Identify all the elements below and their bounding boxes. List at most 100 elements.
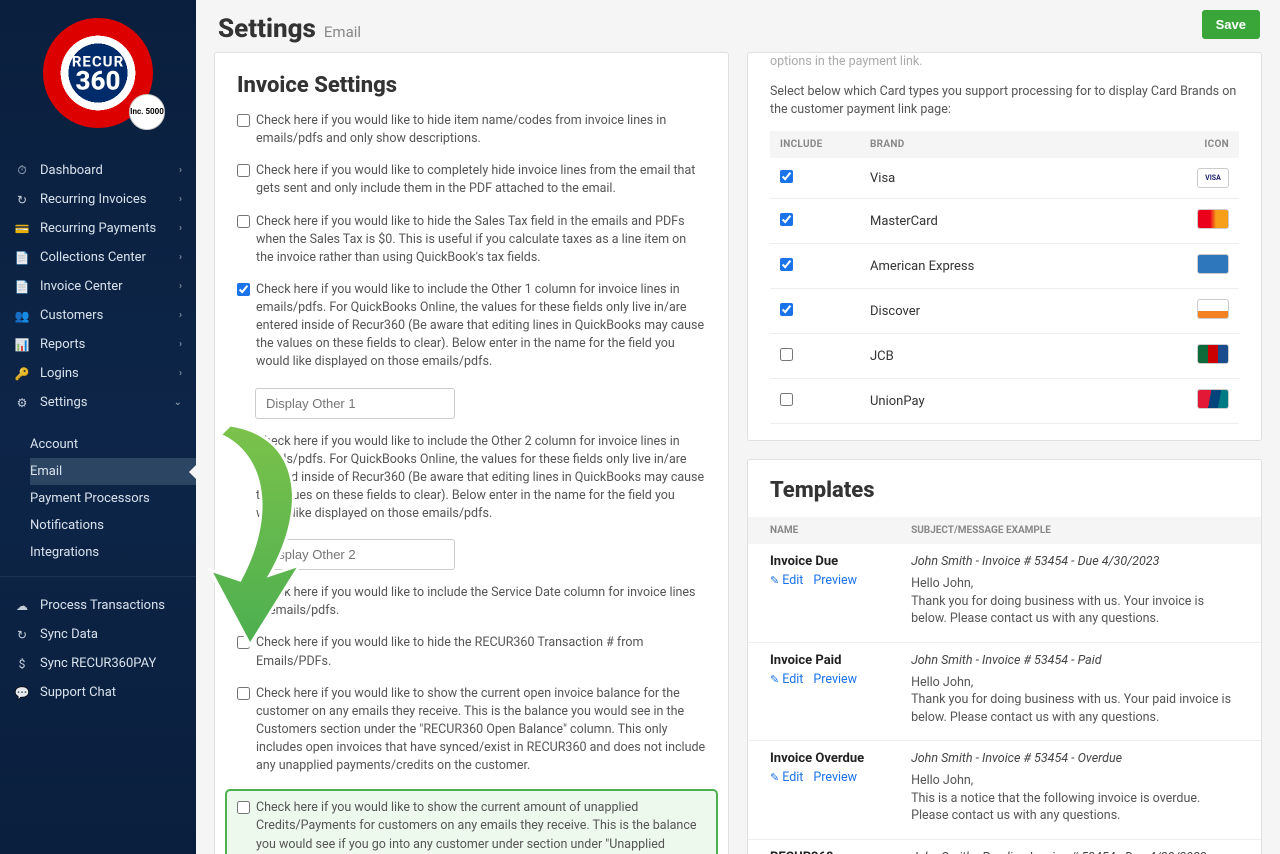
chk-hide-txn[interactable]: Check here if you would like to hide the… xyxy=(237,634,706,670)
card-row: JCB xyxy=(770,334,1239,379)
other1-input[interactable] xyxy=(255,388,455,419)
card-brands-panel: options in the payment link. Select belo… xyxy=(747,52,1262,441)
nav-sub-account[interactable]: Account xyxy=(30,431,196,458)
card-brand: American Express xyxy=(860,244,1127,289)
template-subject: John Smith - Invoice # 53454 - Overdue xyxy=(911,751,1239,766)
nav-reports[interactable]: 📊Reports› xyxy=(0,330,196,359)
card-row: American Express xyxy=(770,244,1239,289)
chk-other1-box[interactable] xyxy=(237,283,250,296)
nav-icon: 💬 xyxy=(14,686,30,700)
templates-table: NAME SUBJECT/MESSAGE EXAMPLE Invoice Due… xyxy=(748,517,1261,854)
pencil-icon: ✎ xyxy=(770,771,779,784)
chk-hide-invoice-lines-box[interactable] xyxy=(237,164,250,177)
chevron-icon: › xyxy=(179,165,182,176)
chk-unapplied-credits[interactable]: Check here if you would like to show the… xyxy=(225,789,718,854)
template-preview-link[interactable]: Preview xyxy=(813,770,857,785)
nav-icon: ↻ xyxy=(14,193,30,207)
chk-other2[interactable]: Check here if you would like to include … xyxy=(237,433,706,524)
template-body: Hello John,Thank you for doing business … xyxy=(911,674,1239,727)
chevron-icon: ⌄ xyxy=(174,397,182,408)
nav-sub-notifications[interactable]: Notifications xyxy=(30,512,196,539)
card-include-checkbox[interactable] xyxy=(780,213,793,226)
card-include-checkbox[interactable] xyxy=(780,170,793,183)
template-edit-link[interactable]: ✎Edit xyxy=(770,770,803,785)
nav-dashboard[interactable]: ⏱Dashboard› xyxy=(0,156,196,185)
template-edit-link[interactable]: ✎Edit xyxy=(770,672,803,687)
invoice-settings-panel: Invoice Settings Check here if you would… xyxy=(214,52,729,854)
template-edit-link[interactable]: ✎Edit xyxy=(770,573,803,588)
template-subject: John Smith - Pending Invoice # 53454 - D… xyxy=(911,850,1239,854)
page-subtitle: Email xyxy=(324,23,361,41)
card-row: Discover xyxy=(770,289,1239,334)
chevron-icon: › xyxy=(179,339,182,350)
nav-sync-data[interactable]: ↻Sync Data xyxy=(0,620,196,649)
nav-support-chat[interactable]: 💬Support Chat xyxy=(0,678,196,707)
card-include-checkbox[interactable] xyxy=(780,393,793,406)
card-include-checkbox[interactable] xyxy=(780,348,793,361)
nav-icon: 💳 xyxy=(14,222,30,236)
template-preview-link[interactable]: Preview xyxy=(813,672,857,687)
chk-hide-sales-tax[interactable]: Check here if you would like to hide the… xyxy=(237,213,706,267)
template-body: Hello John,This is a notice that the fol… xyxy=(911,772,1239,825)
card-brand-icon xyxy=(1197,299,1229,319)
nav-recurring-invoices[interactable]: ↻Recurring Invoices› xyxy=(0,185,196,214)
nav-recurring-payments[interactable]: 💳Recurring Payments› xyxy=(0,214,196,243)
card-brand-icon xyxy=(1197,389,1229,409)
nav-sub-email[interactable]: Email xyxy=(30,458,196,485)
card-include-checkbox[interactable] xyxy=(780,303,793,316)
card-brand-icon xyxy=(1197,209,1229,229)
save-button[interactable]: Save xyxy=(1202,10,1260,39)
template-row: Invoice Due ✎Edit Preview John Smith - Invo… xyxy=(748,544,1261,642)
nav-invoice-center[interactable]: 📄Invoice Center› xyxy=(0,272,196,301)
nav-process-transactions[interactable]: ☁Process Transactions xyxy=(0,591,196,620)
nav-collections-center[interactable]: 📄Collections Center› xyxy=(0,243,196,272)
chk-hide-sales-tax-box[interactable] xyxy=(237,215,250,228)
nav-icon: ⚙ xyxy=(14,396,30,410)
template-row: Invoice Paid✎EditPreviewJohn Smith - Inv… xyxy=(748,642,1261,741)
pencil-icon: ✎ xyxy=(770,673,779,686)
other2-input[interactable] xyxy=(255,539,455,570)
chk-hide-txn-box[interactable] xyxy=(237,636,250,649)
chk-hide-item-codes[interactable]: Check here if you would like to hide ite… xyxy=(237,112,706,148)
chk-open-balance-box[interactable] xyxy=(237,687,250,700)
template-subject: John Smith - Invoice # 53454 - Due 4/30/… xyxy=(911,554,1239,569)
template-subject: John Smith - Invoice # 53454 - Paid xyxy=(911,653,1239,668)
chevron-icon: › xyxy=(179,310,182,321)
chk-other1[interactable]: Check here if you would like to include … xyxy=(237,281,706,372)
card-trail-text: options in the payment link. xyxy=(770,53,1239,71)
card-brand: UnionPay xyxy=(860,379,1127,424)
card-brand: Discover xyxy=(860,289,1127,334)
card-include-checkbox[interactable] xyxy=(780,258,793,271)
card-brand: JCB xyxy=(860,334,1127,379)
logo-number: 360 xyxy=(72,70,124,93)
chk-hide-item-codes-box[interactable] xyxy=(237,114,250,127)
nav-settings[interactable]: ⚙Settings⌄ xyxy=(0,388,196,417)
template-row: Invoice Overdue✎EditPreviewJohn Smith - … xyxy=(748,741,1261,840)
template-name: RECUR360 Pending Invoice Due xyxy=(770,850,867,854)
nav-customers[interactable]: 👥Customers› xyxy=(0,301,196,330)
nav-sync-recur360pay[interactable]: $Sync RECUR360PAY xyxy=(0,649,196,678)
templates-panel: Templates NAME SUBJECT/MESSAGE EXAMPLE I… xyxy=(747,459,1262,854)
chk-service-date[interactable]: Check here if you would like to include … xyxy=(237,584,706,620)
nav-sub-integrations[interactable]: Integrations xyxy=(30,539,196,566)
chk-hide-invoice-lines[interactable]: Check here if you would like to complete… xyxy=(237,162,706,198)
nav-icon: 📊 xyxy=(14,338,30,352)
chk-open-balance[interactable]: Check here if you would like to show the… xyxy=(237,685,706,776)
chk-service-date-box[interactable] xyxy=(237,586,250,599)
template-name: Invoice Due xyxy=(770,554,867,569)
templates-heading: Templates xyxy=(748,478,1261,517)
nav-icon: ☁ xyxy=(14,599,30,613)
nav-icon: ↻ xyxy=(14,628,30,642)
nav-sub-payment-processors[interactable]: Payment Processors xyxy=(30,485,196,512)
card-brand: MasterCard xyxy=(860,199,1127,244)
template-body: Hello John,Thank you for doing business … xyxy=(911,575,1239,628)
nav-logins[interactable]: 🔑Logins› xyxy=(0,359,196,388)
logo: RECUR 360 Inc. 5000 xyxy=(0,0,196,142)
card-brands-table: INCLUDE BRAND ICON VisaVISAMasterCardAme… xyxy=(770,131,1239,424)
card-row: VisaVISA xyxy=(770,158,1239,199)
chk-other2-box[interactable] xyxy=(237,435,250,448)
logo-badge: Inc. 5000 xyxy=(129,94,165,130)
nav-icon: $ xyxy=(14,657,30,671)
template-preview-link[interactable]: Preview xyxy=(813,573,857,588)
chk-unapplied-credits-box[interactable] xyxy=(237,801,250,814)
